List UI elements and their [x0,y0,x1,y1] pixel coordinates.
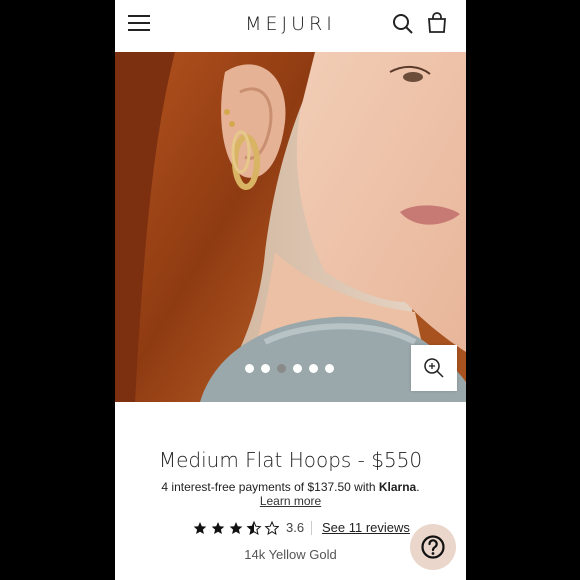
question-mark-icon [421,535,445,559]
learn-more-row: Learn more [115,494,466,508]
star-rating [193,521,279,535]
klarna-text: 4 interest-free payments of $137.50 with [161,480,376,494]
help-button[interactable] [410,524,456,570]
search-icon[interactable] [392,13,414,35]
star-empty-icon [265,521,279,535]
carousel-dot[interactable] [261,364,270,373]
rating-value: 3.6 [286,520,305,535]
rating-row: 3.6 See 11 reviews [193,519,433,537]
see-reviews-link[interactable]: See 11 reviews [322,520,410,535]
klarna-payment-info: 4 interest-free payments of $137.50 with… [115,480,466,494]
product-title: Medium Flat Hoops - $550 [158,448,423,472]
mobile-page: MEJURI Medium Flat Hoops - $550 4 intere… [115,0,466,580]
carousel-dot[interactable] [309,364,318,373]
star-full-icon [211,522,225,534]
learn-more-link[interactable]: Learn more [260,494,321,508]
zoom-in-icon [424,358,444,378]
product-image-carousel[interactable] [115,52,466,402]
klarna-brand: Klarna [378,480,417,494]
zoom-button[interactable] [411,345,457,391]
carousel-dot[interactable] [245,364,254,373]
shopping-bag-icon[interactable] [426,12,448,34]
carousel-dot-active[interactable] [277,364,286,373]
carousel-dot[interactable] [293,364,302,373]
carousel-dot[interactable] [325,364,334,373]
rating-divider [311,521,312,535]
star-full-icon [229,522,243,534]
site-header: MEJURI [115,0,466,50]
klarna-period: . [416,480,420,494]
star-full-icon [193,522,207,534]
